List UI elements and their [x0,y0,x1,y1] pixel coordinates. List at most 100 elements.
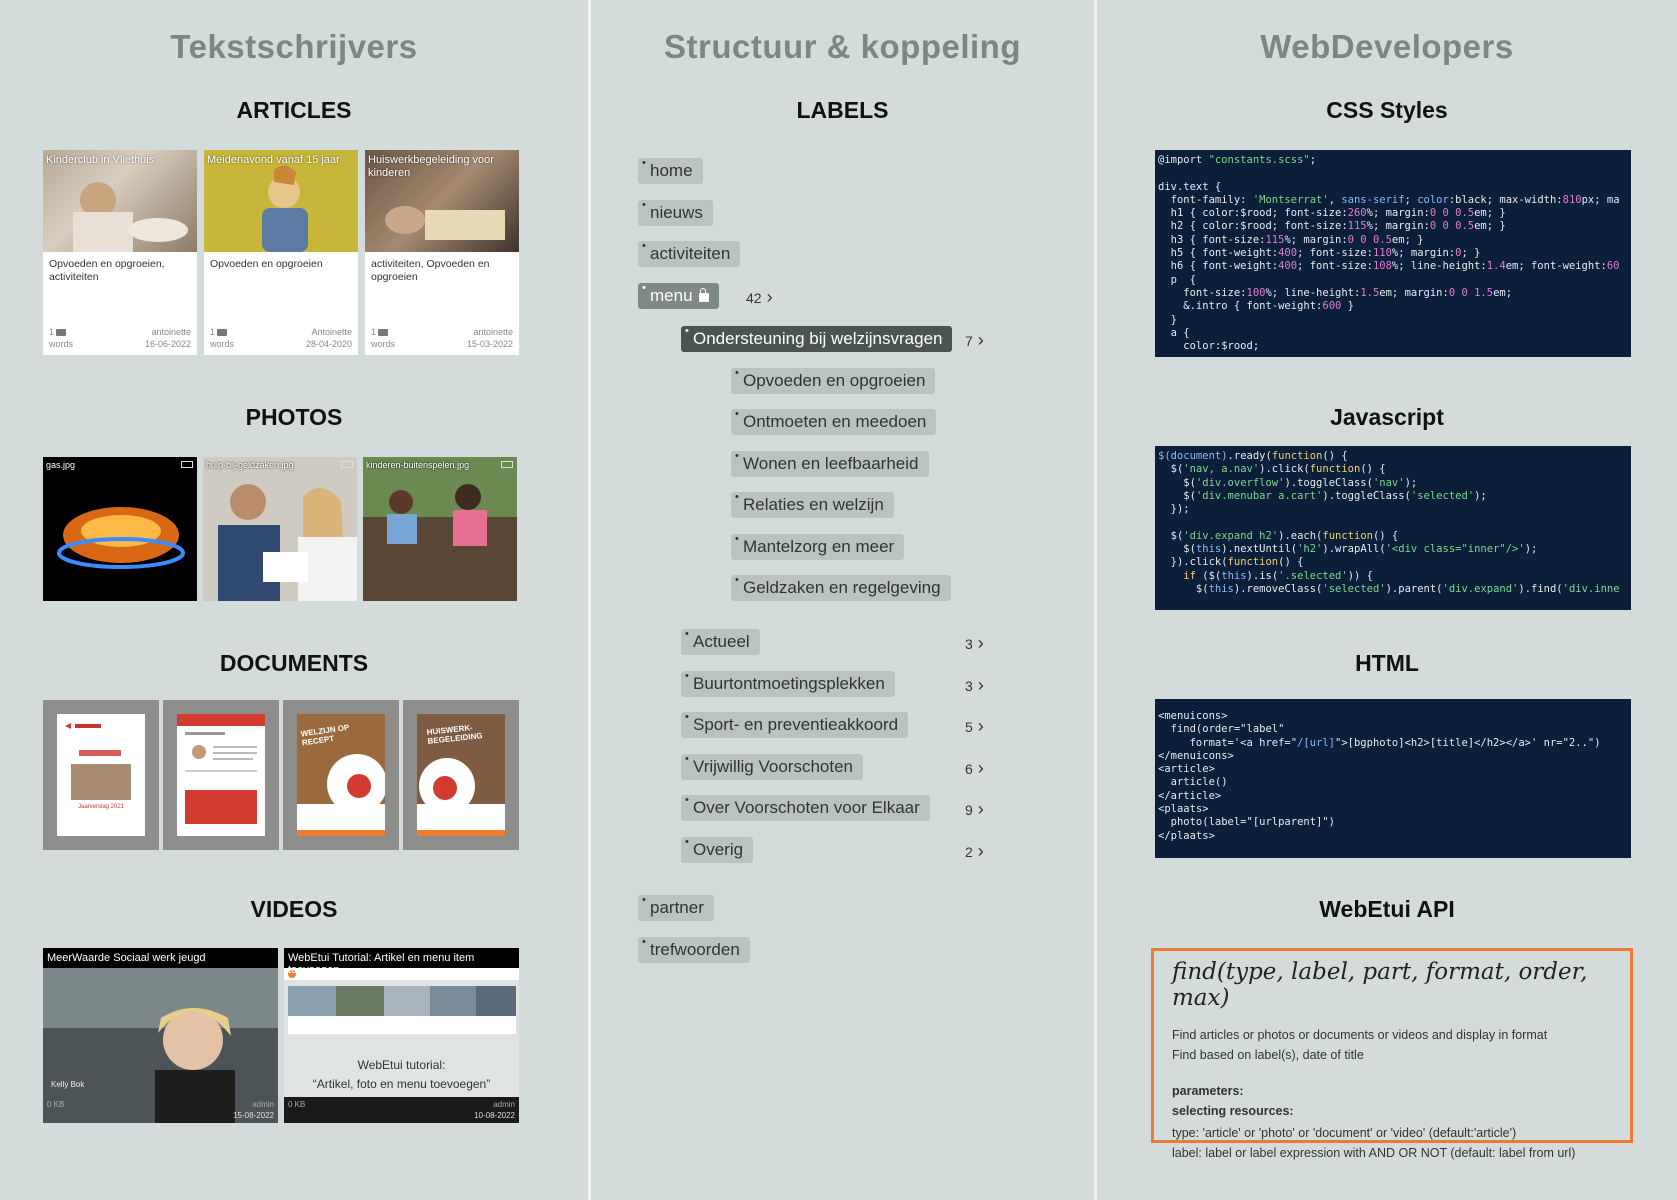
article-labels: activiteiten, Opvoeden en opgroeien [371,258,490,283]
label-count: 6 [965,758,984,779]
video-thumbnail [43,948,278,1123]
api-description: Find articles or photos or documents or … [1172,1028,1548,1042]
article-author-date: antoinette 16-06-2022 [145,326,191,350]
image-icon [341,461,353,468]
label-menu-count: 42 [746,287,773,308]
camera-icon [56,329,67,337]
document-page: WELZIJN OP RECEPT [297,714,385,836]
section-title-html: HTML [1355,650,1419,676]
article-labels: Opvoeden en opgroeien [210,258,323,270]
label-overig[interactable]: Overig [681,836,754,863]
camera-icon [217,329,228,337]
article-meta: 1 words [371,326,395,350]
document-tile[interactable]: Jaarverslag 2021 [43,700,159,850]
section-title-photos: PHOTOS [245,404,343,430]
label-count: 3 [965,633,984,654]
article-meta: 1 words [49,326,73,350]
api-signature: find(type, label, part, format, order, m… [1172,959,1588,1011]
label-vrijwillig[interactable]: Vrijwillig Voorschoten [681,753,863,780]
label-relaties[interactable]: Relaties en welzijn [731,491,894,518]
label-menu[interactable]: menu [638,282,719,309]
label-count: 7 [965,330,984,351]
label-mantelzorg[interactable]: Mantelzorg en meer [731,533,905,560]
document-tile[interactable]: WELZIJN OP RECEPT [283,700,399,850]
video-date: 10-08-2022 [474,1111,515,1120]
html-code-block[interactable]: <menuicons> find(order="label" format='<… [1155,699,1631,858]
photo-tile[interactable]: hulp-bij-geldzaken.jpg [203,457,357,601]
article-card[interactable]: Huiswerkbegeleiding voor kinderen activi… [365,150,519,355]
document-page: Jaarverslag 2021 [57,714,145,836]
lock-icon [698,288,709,302]
photo-name: gas.jpg [46,460,76,470]
column-title-structure: Structuur & koppeling [664,28,1021,65]
document-thumbnail [65,723,131,800]
document-tile[interactable] [163,700,279,850]
document-tile[interactable]: HUISWERK-BEGELEIDING [403,700,519,850]
column-title-developers: WebDevelopers [1260,28,1514,65]
label-trefwoorden[interactable]: trefwoorden [638,936,750,963]
article-author: antoinette [151,327,191,337]
label-ontmoeten[interactable]: Ontmoeten en meedoen [731,408,937,435]
document-thumbnail [177,714,265,824]
video-title: WebEtui Tutorial: Artikel en menu item t… [284,948,519,976]
photo-count: 1 [371,327,377,337]
label-sport[interactable]: Sport- en preventieakkoord [681,711,909,738]
developers-column: WebDevelopers CSS Styles @import "consta… [1097,0,1677,1200]
section-title-videos: VIDEOS [250,896,338,922]
document-title: Jaarverslag 2021 [77,804,125,810]
photo-name: kinderen-buitenspelen.jpg [366,460,470,470]
label-buurtontmoetingsplekken[interactable]: Buurtontmoetingsplekken [681,670,895,697]
label-count: 9 [965,799,984,820]
video-author: admin [252,1100,274,1109]
css-code-block[interactable]: @import "constants.scss"; div.text { fon… [1155,150,1631,357]
consultation-image [203,457,357,601]
api-selecting-heading: selecting resources: [1172,1104,1294,1118]
video-tile[interactable]: MeerWaarde Sociaal werk jeugd Kelly Bok … [43,948,278,1123]
video-size: 0 KB [288,1100,306,1109]
label-wonen[interactable]: Wonen en leefbaarheid [731,450,929,477]
article-author-date: antoinette 15-03-2022 [467,326,513,350]
api-param-label: label: label or label expression with AN… [1172,1146,1576,1160]
word-count: words [210,339,235,349]
video-title: MeerWaarde Sociaal werk jeugd [43,948,278,968]
gas-flame-image [57,507,185,569]
section-title-javascript: Javascript [1330,404,1444,430]
video-caption: WebEtui tutorial: [357,1058,446,1072]
structure-column: Structuur & koppeling LABELS home nieuws… [591,0,1094,1200]
camera-icon [378,329,389,337]
article-title: Huiswerkbegeleiding voor kinderen [368,154,494,179]
section-title-articles: ARTICLES [236,97,352,123]
article-author-date: Antoinette 28-04-2020 [306,326,352,350]
article-meta: 1 words [210,326,234,350]
label-geldzaken[interactable]: Geldzaken en regelgeving [731,574,951,601]
label-nieuws[interactable]: nieuws [638,199,713,226]
label-partner[interactable]: partner [638,894,714,921]
photo-tile[interactable]: kinderen-buitenspelen.jpg [363,457,517,601]
image-icon [501,461,513,468]
photo-count: 1 [49,327,55,337]
label-actueel[interactable]: Actueel [681,628,760,655]
section-title-css: CSS Styles [1326,97,1448,123]
article-author: antoinette [473,327,513,337]
article-card[interactable]: Meidenavond vanaf 15 jaar Opvoeden en op… [204,150,358,355]
section-title-labels: LABELS [796,97,889,123]
writers-column: Tekstschrijvers ARTICLES Kinderclub in V… [0,0,588,1200]
label-count: 3 [965,675,984,696]
api-description-2: Find based on label(s), date of title [1172,1048,1364,1062]
article-labels: Opvoeden en opgroeien, activiteiten [49,258,165,283]
article-title: Meidenavond vanaf 15 jaar [207,154,340,166]
article-title: Kinderclub in Vliethuis [46,154,155,166]
article-date: 16-06-2022 [144,339,191,349]
article-date: 28-04-2020 [305,339,352,349]
label-activiteiten[interactable]: activiteiten [638,240,741,267]
label-ondersteuning[interactable]: Ondersteuning bij welzijnsvragen [681,325,953,352]
word-count: words [49,339,74,349]
document-page [177,714,265,836]
label-opvoeden[interactable]: Opvoeden en opgroeien [731,367,936,394]
label-over[interactable]: Over Voorschoten voor Elkaar [681,794,930,821]
article-card[interactable]: Kinderclub in Vliethuis Opvoeden en opgr… [43,150,197,355]
video-tile[interactable]: WebEtui Tutorial: Artikel en menu item t… [284,948,519,1123]
label-home[interactable]: home [638,157,703,184]
photo-tile[interactable]: gas.jpg [43,457,197,601]
javascript-code-block[interactable]: $(document).ready(function() { $('nav, a… [1155,446,1631,610]
